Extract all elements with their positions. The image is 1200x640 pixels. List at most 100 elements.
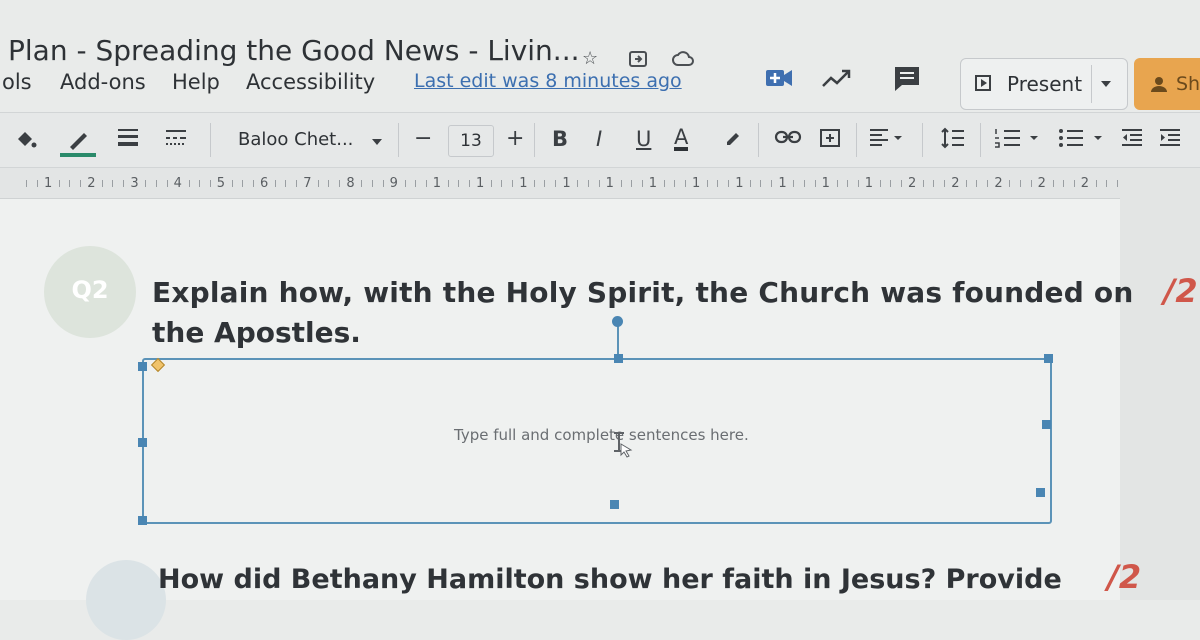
- activity-trend-icon[interactable]: [820, 64, 851, 92]
- ruler-tick: [285, 180, 287, 187]
- ruler-tick: [318, 180, 320, 187]
- menu-help[interactable]: Help: [172, 70, 220, 94]
- page-margin: [1120, 168, 1200, 600]
- document-title[interactable]: Plan - Spreading the Good News - Livin..…: [8, 34, 580, 67]
- ruler-label: 1: [692, 176, 701, 191]
- rotate-handle[interactable]: [612, 316, 623, 327]
- ruler-tick: [836, 180, 838, 187]
- ruler-tick: [447, 180, 449, 187]
- answer-text-box[interactable]: Type full and complete sentences here.: [138, 354, 1053, 525]
- ruler-tick: [966, 180, 968, 187]
- italic-button[interactable]: I: [596, 127, 602, 151]
- line-spacing-icon[interactable]: [940, 127, 966, 155]
- ruler-tick: [242, 180, 243, 187]
- ruler-tick: [102, 180, 104, 187]
- resize-handle-bottom[interactable]: [610, 500, 619, 509]
- ruler-tick: [275, 180, 276, 187]
- question-number-badge: Q2: [44, 246, 136, 338]
- share-label: Sh: [1176, 73, 1200, 95]
- border-weight-icon[interactable]: [116, 127, 140, 153]
- ruler-tick: [26, 180, 27, 187]
- ruler-tick: [1019, 180, 1021, 187]
- present-divider: [1091, 65, 1092, 103]
- ruler-tick: [491, 180, 492, 187]
- question-text: Explain how, with the Holy Spirit, the C…: [152, 276, 1134, 309]
- resize-handle-left[interactable]: [138, 438, 147, 447]
- ruler-tick: [339, 180, 341, 187]
- highlight-pen-icon[interactable]: [60, 127, 96, 163]
- menu-tools[interactable]: ols: [2, 70, 32, 94]
- share-button[interactable]: Sh: [1134, 58, 1200, 110]
- ruler-tick: [901, 180, 902, 187]
- ruler-tick: [685, 180, 686, 187]
- ruler-tick: [890, 180, 891, 187]
- paint-format-icon[interactable]: [14, 127, 38, 157]
- ruler-label: 3: [130, 176, 139, 191]
- resize-handle-top[interactable]: [614, 354, 623, 363]
- menu-accessibility[interactable]: Accessibility: [246, 70, 375, 94]
- ruler-label: 1: [519, 176, 528, 191]
- ruler-tick: [857, 180, 859, 187]
- increase-indent-icon[interactable]: [1158, 127, 1182, 155]
- text-cursor-icon: [612, 430, 634, 462]
- ruler-tick: [587, 180, 589, 187]
- meet-icon[interactable]: [764, 64, 794, 92]
- align-left-icon[interactable]: [868, 127, 904, 155]
- increase-font-size-button[interactable]: +: [506, 127, 524, 151]
- resize-handle-bottom-left[interactable]: [138, 516, 147, 525]
- answer-placeholder[interactable]: Type full and complete sentences here.: [454, 426, 749, 444]
- ruler-tick: [1095, 180, 1097, 187]
- font-size-input[interactable]: 13: [448, 125, 494, 157]
- resize-handle-right[interactable]: [1042, 420, 1051, 429]
- ruler-tick: [534, 180, 536, 187]
- horizontal-ruler[interactable]: 12345678911111111111222222: [0, 168, 1140, 199]
- ruler-tick: [414, 180, 416, 187]
- ruler-tick: [803, 180, 805, 187]
- ruler-tick: [674, 180, 675, 187]
- ruler-tick: [987, 180, 989, 187]
- star-icon[interactable]: ☆: [582, 50, 602, 68]
- ruler-tick: [598, 180, 600, 187]
- ruler-label: 1: [476, 176, 485, 191]
- ruler-tick: [512, 180, 514, 187]
- ruler-tick: [69, 180, 71, 187]
- insert-link-icon[interactable]: [774, 127, 802, 153]
- ruler-tick: [793, 180, 795, 187]
- bulleted-list-icon[interactable]: [1058, 127, 1108, 155]
- comments-icon[interactable]: [892, 64, 922, 92]
- bold-button[interactable]: B: [552, 127, 568, 151]
- ruler-tick: [944, 180, 946, 187]
- last-edit-link[interactable]: Last edit was 8 minutes ago: [414, 70, 682, 92]
- font-family-select[interactable]: Baloo Chet...: [238, 129, 353, 150]
- ruler-tick: [1009, 180, 1011, 187]
- numbered-list-icon[interactable]: [994, 127, 1044, 155]
- text-color-button[interactable]: A: [674, 127, 689, 151]
- decrease-indent-icon[interactable]: [1120, 127, 1144, 155]
- border-dash-icon[interactable]: [164, 127, 188, 153]
- add-comment-icon[interactable]: [818, 127, 842, 157]
- toolbar-separator: [758, 123, 759, 157]
- ruler-tick: [923, 180, 924, 187]
- decrease-font-size-button[interactable]: −: [414, 127, 432, 151]
- ruler-tick: [1062, 180, 1064, 187]
- resize-handle-bottom-right[interactable]: [1036, 488, 1045, 497]
- ruler-label: 8: [346, 176, 355, 191]
- font-family-dropdown-icon[interactable]: [372, 139, 382, 145]
- ruler-tick: [458, 180, 459, 187]
- toolbar-separator: [922, 123, 923, 157]
- underline-button[interactable]: U: [636, 127, 651, 151]
- ruler-tick: [663, 180, 665, 187]
- ruler-tick: [231, 180, 233, 187]
- ruler-label: 1: [562, 176, 571, 191]
- ruler-tick: [198, 180, 200, 187]
- ruler-tick: [1030, 180, 1032, 187]
- highlight-color-icon[interactable]: [722, 127, 744, 155]
- present-dropdown-icon[interactable]: [1101, 81, 1111, 87]
- ruler-tick: [760, 180, 762, 187]
- cloud-saved-icon[interactable]: [672, 50, 694, 68]
- move-to-folder-icon[interactable]: [628, 50, 648, 68]
- menu-add-ons[interactable]: Add-ons: [60, 70, 146, 94]
- resize-handle-top-right[interactable]: [1044, 354, 1053, 363]
- present-button[interactable]: Present: [960, 58, 1128, 110]
- resize-handle-top-left[interactable]: [138, 362, 147, 371]
